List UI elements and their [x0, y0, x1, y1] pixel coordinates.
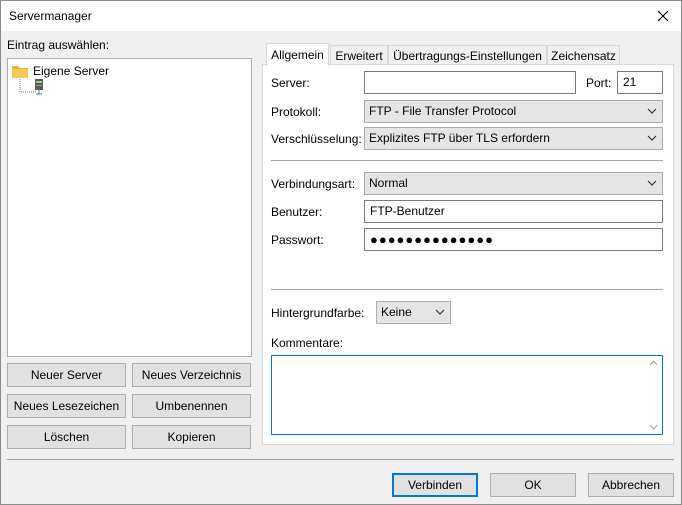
user-input[interactable]: FTP-Benutzer: [364, 200, 663, 223]
delete-button[interactable]: Löschen: [7, 425, 126, 449]
copy-button[interactable]: Kopieren: [132, 425, 251, 449]
port-input[interactable]: 21: [617, 71, 663, 94]
logon-type-label: Verbindungsart:: [271, 177, 356, 191]
chevron-down-icon: [647, 135, 657, 141]
select-entry-label: Eintrag auswählen:: [7, 38, 110, 52]
server-input[interactable]: [364, 71, 576, 94]
general-tab-panel: Server: Port: 21 Protokoll: FTP - File T…: [262, 64, 674, 445]
title-bar: Servermanager: [1, 1, 681, 31]
close-icon: [657, 10, 669, 22]
logon-type-select[interactable]: Normal: [364, 172, 663, 195]
server-tree[interactable]: Eigene Server: [7, 58, 252, 357]
bgcolor-value: Keine: [381, 305, 412, 319]
password-input[interactable]: ●●●●●●●●●●●●●●: [364, 228, 663, 251]
servermanager-dialog: Servermanager Eintrag auswählen: Eigene …: [0, 0, 682, 505]
tab-charset[interactable]: Zeichensatz: [547, 45, 620, 65]
tree-item-server[interactable]: [34, 79, 44, 98]
cancel-button[interactable]: Abbrechen: [588, 473, 674, 497]
separator: [271, 160, 663, 161]
protocol-select[interactable]: FTP - File Transfer Protocol: [364, 100, 663, 123]
tab-advanced[interactable]: Erweitert: [330, 45, 388, 65]
tree-item-label: Eigene Server: [33, 64, 110, 78]
chevron-down-icon: [647, 108, 657, 114]
footer-separator: [7, 459, 674, 460]
new-server-button[interactable]: Neuer Server: [7, 363, 126, 387]
new-folder-button[interactable]: Neues Verzeichnis: [132, 363, 251, 387]
window-title: Servermanager: [9, 9, 92, 23]
chevron-down-icon: [647, 180, 657, 186]
rename-button[interactable]: Umbenennen: [132, 394, 251, 418]
close-button[interactable]: [649, 3, 677, 29]
comments-label: Kommentare:: [271, 336, 344, 350]
connect-button[interactable]: Verbinden: [392, 473, 478, 497]
separator: [271, 289, 663, 290]
logon-type-value: Normal: [369, 176, 408, 190]
server-label: Server:: [271, 76, 310, 90]
encryption-select[interactable]: Explizites FTP über TLS erfordern: [364, 127, 663, 150]
ok-button[interactable]: OK: [490, 473, 576, 497]
encryption-value: Explizites FTP über TLS erfordern: [369, 131, 550, 145]
comments-scrollbar[interactable]: [645, 356, 662, 434]
chevron-down-icon: [435, 309, 445, 315]
comments-textarea[interactable]: [271, 355, 663, 435]
scroll-up-icon[interactable]: [649, 360, 658, 366]
encryption-label: Verschlüsselung:: [271, 132, 362, 146]
user-label: Benutzer:: [271, 205, 323, 219]
server-icon: [35, 79, 43, 95]
protocol-label: Protokoll:: [271, 105, 322, 119]
new-bookmark-button[interactable]: Neues Lesezeichen: [7, 394, 126, 418]
tab-transfer-settings[interactable]: Übertragungs-Einstellungen: [388, 45, 547, 65]
tree-item-own-servers[interactable]: Eigene Server: [12, 63, 109, 79]
folder-icon: [12, 66, 28, 78]
bgcolor-select[interactable]: Keine: [376, 301, 451, 324]
protocol-value: FTP - File Transfer Protocol: [369, 104, 517, 118]
scroll-down-icon[interactable]: [649, 424, 658, 430]
tab-general[interactable]: Allgemein: [266, 43, 329, 66]
port-label: Port:: [586, 76, 612, 90]
password-label: Passwort:: [271, 233, 324, 247]
bgcolor-label: Hintergrundfarbe:: [271, 306, 365, 320]
